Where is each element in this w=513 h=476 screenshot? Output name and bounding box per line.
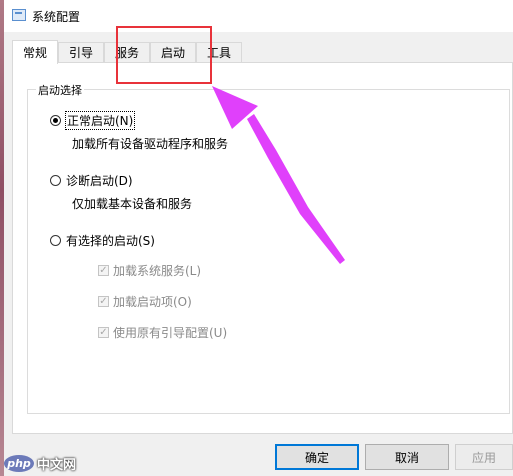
annotation-arrow xyxy=(212,86,345,264)
watermark: php 中文网 xyxy=(4,452,76,474)
system-config-window: 系统配置 常规 引导 服务 启动 工具 启动选择 正常启动(N) 加载所有设备驱… xyxy=(0,0,513,476)
arrow-shaft xyxy=(247,114,345,264)
watermark-logo: php xyxy=(4,454,34,472)
watermark-text: 中文网 xyxy=(37,457,77,473)
